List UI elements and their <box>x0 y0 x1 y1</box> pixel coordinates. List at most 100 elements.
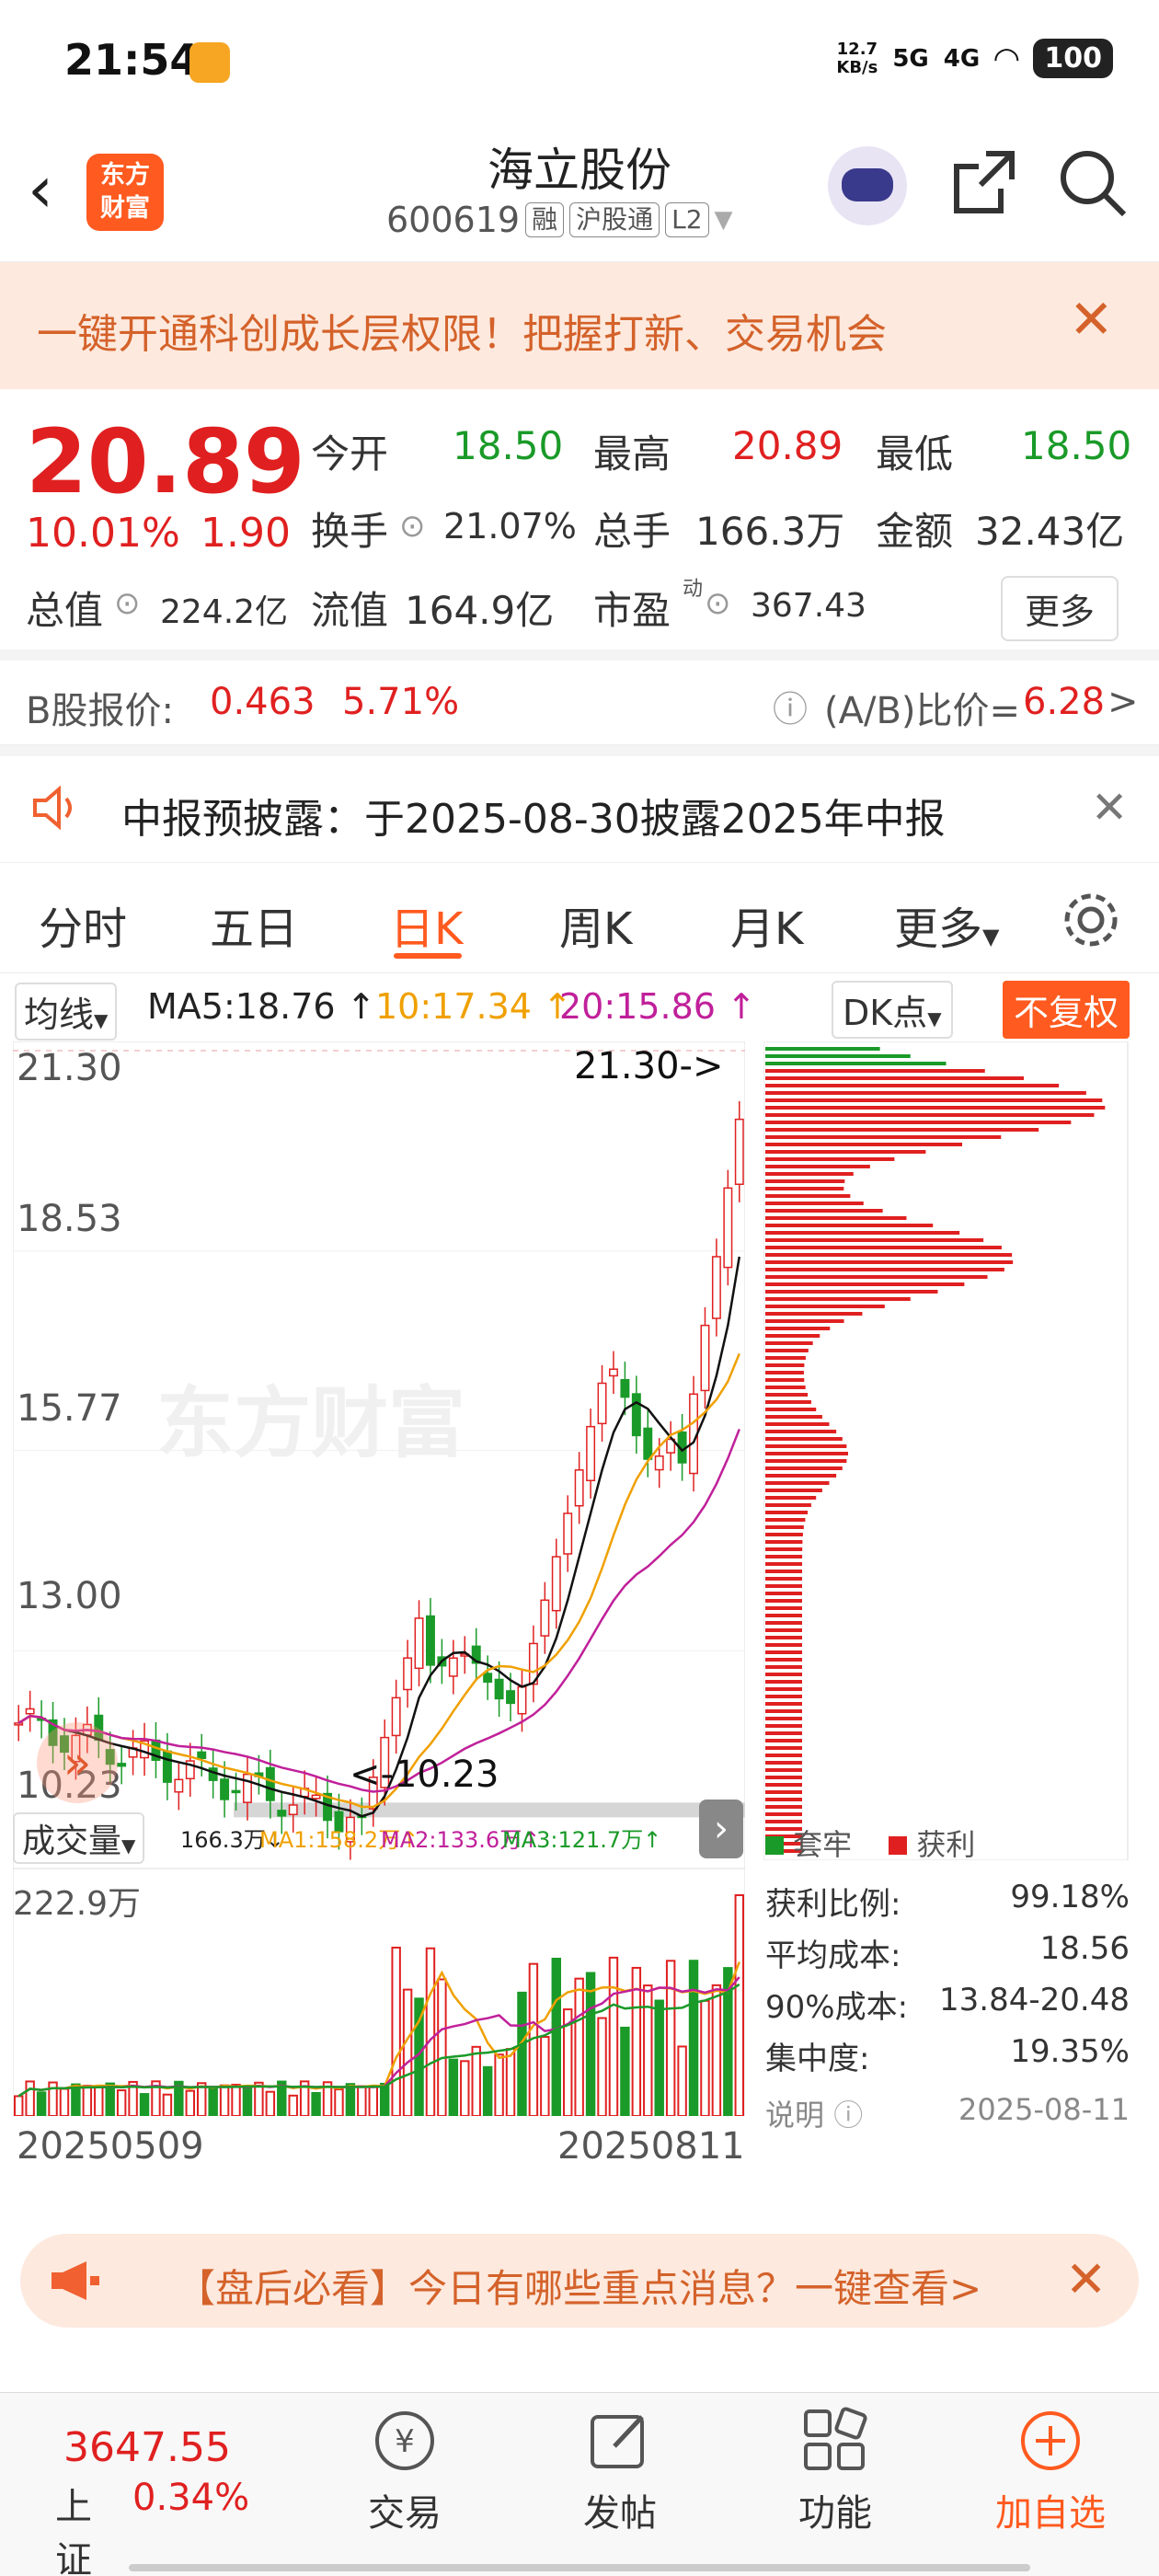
volume-bar <box>688 1960 699 2116</box>
y-label: 13.00 <box>17 1575 122 1617</box>
nav-functions[interactable]: 功能 <box>752 2404 918 2536</box>
settings-icon[interactable] <box>1061 891 1120 953</box>
volume-select[interactable]: 成交量▼ <box>13 1812 145 1864</box>
kline-chart-area: 均线▼ MA5:18.76 ↑ 10:17.34 ↑ 20:15.86 ↑ DK… <box>0 975 1159 2190</box>
chip-bar <box>765 1297 911 1301</box>
tab-five-day[interactable]: 五日 <box>210 892 298 957</box>
last-price: 20.89 <box>26 410 305 513</box>
more-button[interactable]: 更多 <box>1001 576 1119 641</box>
chip-bar <box>765 1650 802 1654</box>
info-icon[interactable]: ⊙ <box>399 508 426 545</box>
tab-weekly-k[interactable]: 周K <box>559 892 632 957</box>
chip-bar <box>765 1386 806 1389</box>
chip-bar <box>765 1628 802 1632</box>
candle <box>277 1810 287 1817</box>
watermark: 东方财富 <box>156 1378 466 1468</box>
chip-bar <box>765 1606 802 1610</box>
chip-bar <box>765 1525 804 1529</box>
chip-bar <box>765 1378 805 1382</box>
tab-monthly-k[interactable]: 月K <box>730 892 803 957</box>
info-icon[interactable]: ⊙ <box>705 585 731 622</box>
info-icon[interactable]: ⊙ <box>114 585 141 622</box>
chevron-right-icon[interactable]: › <box>699 1800 743 1858</box>
chip-bar <box>765 1636 802 1639</box>
chip-bar <box>765 1812 802 1816</box>
chip-bar <box>765 1076 1025 1080</box>
tab-daily-k[interactable]: 日K <box>390 892 463 957</box>
pe-label: 市盈 <box>593 588 671 633</box>
volume-bar <box>551 1957 561 2116</box>
adjust-button[interactable]: 不复权 <box>1003 981 1130 1039</box>
expand-icon[interactable]: » <box>37 1722 118 1803</box>
chip-bar <box>765 1761 802 1765</box>
turnover-value: 21.07% <box>443 506 577 546</box>
volume-value: 166.3万 <box>695 509 845 554</box>
candle <box>483 1673 493 1683</box>
chip-bar <box>765 1121 1072 1124</box>
close-icon[interactable]: ✕ <box>1091 782 1128 834</box>
banner-text: 一键开通科创成长层权限！把握打新、交易机会 <box>37 311 887 358</box>
promo-banner[interactable]: 一键开通科创成长层权限！把握打新、交易机会 ✕ <box>0 262 1159 389</box>
close-icon[interactable]: ✕ <box>1065 2250 1107 2308</box>
volume-bar <box>425 1947 436 2116</box>
low-value: 18.50 <box>1021 423 1132 468</box>
chip-bar <box>765 1489 822 1492</box>
b-share-row[interactable]: B股报价: 0.463 5.71% ⓘ (A/B)比价= 6.28 > <box>0 662 1159 745</box>
gesture-bar <box>129 2564 1030 2571</box>
candle <box>197 1751 207 1759</box>
volume-chart[interactable] <box>13 1868 745 2116</box>
nav-trade[interactable]: ¥ 交易 <box>322 2404 488 2536</box>
chip-bar <box>765 1540 803 1544</box>
chip-bar <box>765 1687 802 1691</box>
volume-bar <box>185 2089 195 2116</box>
ma-line <box>17 1428 740 1793</box>
volume-bar <box>231 2083 241 2116</box>
close-icon[interactable]: ✕ <box>1069 288 1114 351</box>
assistant-robot-icon[interactable] <box>828 146 907 225</box>
stock-code: 600619 <box>386 200 521 240</box>
chip-bar <box>765 1614 802 1617</box>
candle <box>597 1382 607 1425</box>
notice-bar[interactable]: 中报预披露：于2025-08-30披露2025年中报 ✕ <box>0 756 1159 863</box>
volume-bar <box>71 2083 81 2116</box>
index-value: 3647.55 <box>63 2424 231 2471</box>
chip-bar <box>765 1533 803 1536</box>
chip-bar <box>765 1555 803 1558</box>
tab-intraday[interactable]: 分时 <box>39 892 127 957</box>
chip-stat-row: 90%成本: 13.84-20.48 <box>765 1982 1130 2026</box>
volume-bar <box>517 1991 527 2116</box>
ma-select[interactable]: 均线▼ <box>15 983 118 1041</box>
volume-bar <box>334 2088 344 2116</box>
chip-bar <box>765 1665 802 1669</box>
chip-bar <box>765 1415 822 1419</box>
ma5-value: MA5:18.76 ↑ <box>147 986 376 1027</box>
stock-code-row[interactable]: 600619 融 沪股通 L2 ▼ <box>386 200 733 240</box>
candle <box>311 1794 321 1800</box>
search-icon[interactable] <box>1058 148 1128 222</box>
volume-ma-line <box>17 1961 740 2098</box>
volume-bar <box>82 2085 93 2116</box>
nav-post[interactable]: 发帖 <box>537 2404 703 2536</box>
candle <box>517 1685 527 1715</box>
info-icon: ⓘ <box>833 2098 864 2133</box>
ma10-value: 10:17.34 ↑ <box>375 986 572 1027</box>
candle <box>265 1766 275 1801</box>
chip-stat-row: 平均成本: 18.56 <box>765 1930 1130 1974</box>
chip-bar <box>765 1091 1086 1095</box>
news-ad-bar[interactable]: 【盘后必看】今日有哪些重点消息？一键查看> ✕ <box>20 2234 1139 2328</box>
candle <box>391 1696 401 1737</box>
chip-bar <box>765 1577 803 1581</box>
change-pct: 10.01% <box>26 510 180 557</box>
wifi-icon: ◠ <box>994 40 1019 77</box>
tab-more[interactable]: 更多▼ <box>894 892 999 957</box>
chip-bar <box>765 1643 802 1647</box>
share-icon[interactable] <box>949 148 1019 222</box>
chip-bar <box>765 1798 802 1801</box>
nav-add-watchlist[interactable]: 加自选 <box>968 2404 1133 2536</box>
dk-point-select[interactable]: DK点▼ <box>832 981 953 1039</box>
chip-bar <box>765 1319 844 1323</box>
index-ticker[interactable]: 3647.55 上证 0.34% <box>55 2424 249 2576</box>
chip-bar <box>765 1260 1014 1264</box>
chip-bar <box>765 1312 863 1316</box>
help-icon[interactable]: ⓘ <box>773 681 808 731</box>
